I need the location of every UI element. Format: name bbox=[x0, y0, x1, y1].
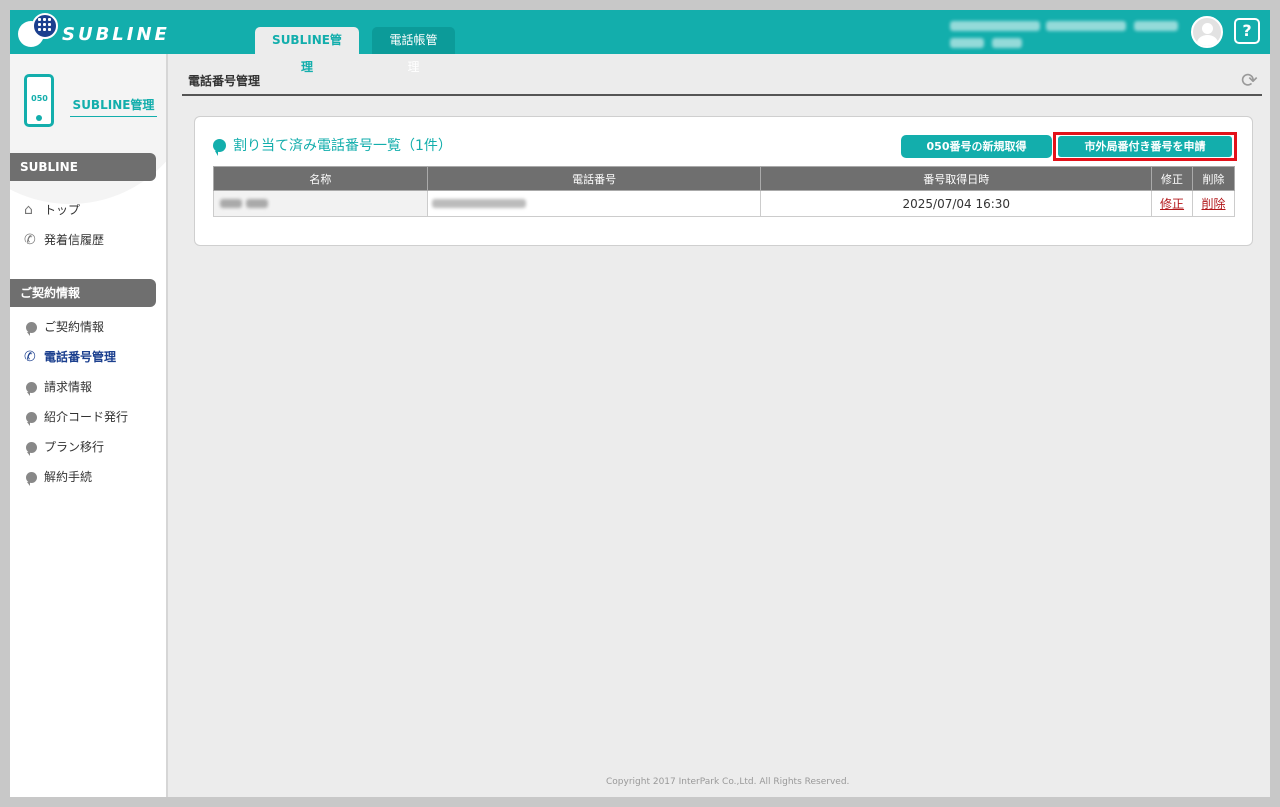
get-new-050-number-button[interactable]: 050番号の新規取得 bbox=[901, 135, 1052, 158]
sidebar-section-contract: ご契約情報 bbox=[10, 279, 156, 307]
phone-number-label: 050 bbox=[31, 94, 48, 103]
title-divider bbox=[182, 94, 1262, 96]
account-info-blurred bbox=[950, 16, 1182, 50]
refresh-icon[interactable]: ⟳ bbox=[1241, 68, 1258, 92]
highlight-box: 市外局番付き番号を申請 bbox=[1053, 132, 1237, 161]
sidebar-item-contract-info[interactable]: ご契約情報 bbox=[24, 317, 104, 337]
sidebar-item-top[interactable]: ⌂ トップ bbox=[24, 200, 80, 220]
cell-acquired-at: 2025/07/04 16:30 bbox=[760, 190, 1153, 217]
help-button[interactable]: ? bbox=[1234, 18, 1260, 44]
user-avatar-icon[interactable] bbox=[1191, 16, 1223, 48]
column-header-edit: 修正 bbox=[1151, 166, 1194, 191]
page-title: 電話番号管理 bbox=[188, 74, 261, 88]
copyright-text: Copyright 2017 InterPark Co.,Ltd. All Ri… bbox=[606, 777, 850, 787]
tab-phonebook-management[interactable]: 電話帳管理 bbox=[372, 27, 455, 74]
phone-icon: ✆ bbox=[24, 349, 36, 365]
column-header-phone-number: 電話番号 bbox=[426, 166, 762, 191]
logo-text: SUBLINE bbox=[62, 24, 170, 45]
sidebar: 050 SUBLINE管理 SUBLINE ⌂ トップ ✆ 発着信履歴 ご契約情… bbox=[10, 54, 168, 797]
bubble-icon bbox=[26, 321, 37, 336]
edit-link[interactable]: 修正 bbox=[1160, 197, 1184, 211]
cell-phone-number-blurred bbox=[426, 190, 762, 217]
assigned-numbers-card: 割り当て済み電話番号一覧（1件） 050番号の新規取得 市外局番付き番号を申請 … bbox=[194, 116, 1253, 246]
sidebar-item-plan-change[interactable]: プラン移行 bbox=[24, 437, 104, 457]
bubble-icon bbox=[26, 471, 37, 486]
column-header-name: 名称 bbox=[213, 166, 428, 191]
smartphone-icon: 050 bbox=[24, 74, 54, 127]
subline-logo[interactable]: SUBLINE bbox=[18, 13, 208, 53]
sidebar-title: SUBLINE管理 bbox=[70, 96, 157, 117]
home-icon: ⌂ bbox=[24, 202, 33, 218]
phone-history-icon: ✆ bbox=[24, 232, 36, 248]
column-header-acquired-at: 番号取得日時 bbox=[760, 166, 1153, 191]
apply-area-code-number-button[interactable]: 市外局番付き番号を申請 bbox=[1058, 136, 1232, 157]
top-header: SUBLINE SUBLINE管理 電話帳管理 ? bbox=[10, 10, 1270, 74]
bubble-icon bbox=[26, 441, 37, 456]
bubble-icon bbox=[213, 138, 226, 156]
app-frame: SUBLINE SUBLINE管理 電話帳管理 ? 050 SUBLINE管理 … bbox=[10, 10, 1270, 797]
phone-number-table: 名称 電話番号 番号取得日時 修正 削除 2025/07/04 16:30 修正… bbox=[213, 166, 1235, 217]
cell-name-blurred bbox=[213, 190, 428, 217]
bubble-icon bbox=[26, 381, 37, 396]
sidebar-item-referral-code[interactable]: 紹介コード発行 bbox=[24, 407, 128, 427]
sidebar-item-cancellation[interactable]: 解約手続 bbox=[24, 467, 92, 487]
card-heading: 割り当て済み電話番号一覧（1件） bbox=[213, 135, 452, 156]
sidebar-section-subline: SUBLINE bbox=[10, 153, 156, 181]
sidebar-item-phone-management[interactable]: ✆ 電話番号管理 bbox=[24, 347, 116, 367]
delete-link[interactable]: 削除 bbox=[1202, 197, 1226, 211]
sidebar-item-billing[interactable]: 請求情報 bbox=[24, 377, 92, 397]
column-header-delete: 削除 bbox=[1192, 166, 1235, 191]
bubble-icon bbox=[26, 411, 37, 426]
tab-subline-management[interactable]: SUBLINE管理 bbox=[255, 27, 359, 74]
sidebar-item-call-history[interactable]: ✆ 発着信履歴 bbox=[24, 230, 104, 250]
table-row: 2025/07/04 16:30 修正 削除 bbox=[213, 190, 1235, 217]
